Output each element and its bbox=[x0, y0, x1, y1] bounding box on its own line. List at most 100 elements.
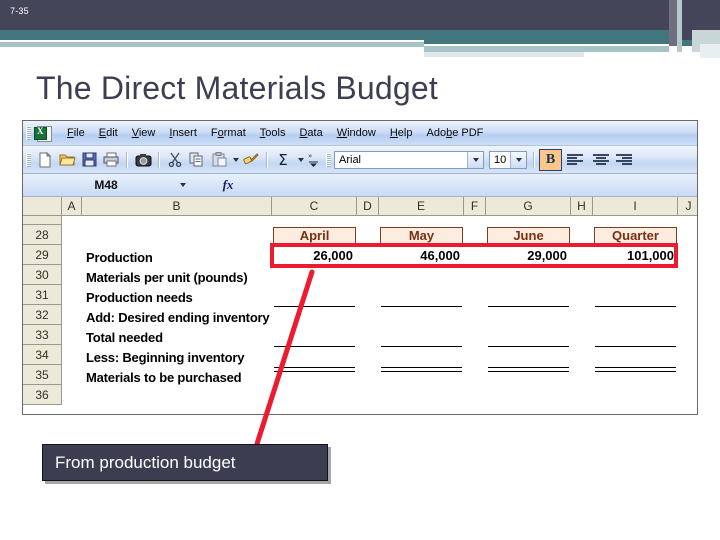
bold-button[interactable]: B bbox=[539, 148, 562, 171]
print-preview-icon[interactable] bbox=[132, 149, 154, 170]
row-header-34[interactable]: 34 bbox=[23, 345, 61, 365]
column-headers: ABCDEFGHIJ bbox=[62, 197, 697, 215]
formula-bar: M48 fx bbox=[23, 174, 697, 197]
subtotal-rule-2-2 bbox=[488, 346, 569, 347]
toolbar-separator bbox=[126, 151, 128, 168]
sheet-cells-area[interactable]: April May June Quarter Production Materials p… bbox=[62, 216, 697, 405]
copy-icon[interactable] bbox=[186, 149, 208, 170]
page-title: The Direct Materials Budget bbox=[36, 70, 439, 106]
callout-box: From production budget bbox=[42, 444, 328, 481]
cut-scissors-icon[interactable] bbox=[164, 149, 186, 170]
align-left-icon[interactable] bbox=[562, 149, 588, 170]
menu-bar: FileEditViewInsertFormatToolsDataWindowH… bbox=[23, 121, 697, 146]
pale-band-right bbox=[424, 52, 584, 57]
toolbar-overflow-icon[interactable]: » bbox=[306, 149, 320, 170]
column-header-E[interactable]: E bbox=[379, 197, 464, 215]
autosum-dropdown-icon[interactable] bbox=[294, 149, 306, 170]
double-rule-3-2 bbox=[488, 367, 569, 372]
menu-item-adobe-pdf[interactable]: Adobe PDF bbox=[419, 125, 490, 141]
excel-window: FileEditViewInsertFormatToolsDataWindowH… bbox=[22, 120, 698, 415]
subtotal-rule-2-0 bbox=[274, 346, 355, 347]
column-header-F[interactable]: F bbox=[464, 197, 486, 215]
row-header-30[interactable]: 30 bbox=[23, 265, 61, 285]
period-header-june: June bbox=[487, 227, 570, 244]
spreadsheet-grid: 28 29 30 31 32 33 34 35 36 April May June Quarter Pr… bbox=[23, 216, 697, 405]
row-header-29[interactable]: 29 bbox=[23, 245, 61, 265]
row-label-6: Materials to be purchased bbox=[86, 370, 242, 385]
row-header-35[interactable]: 35 bbox=[23, 365, 61, 385]
double-rule-3-0 bbox=[274, 367, 355, 372]
row-header-32[interactable]: 32 bbox=[23, 305, 61, 325]
name-box-dropdown-icon[interactable] bbox=[171, 183, 193, 187]
format-painter-icon[interactable] bbox=[240, 149, 262, 170]
column-header-H[interactable]: H bbox=[571, 197, 593, 215]
slide-header-bar bbox=[0, 0, 720, 30]
font-size-dropdown-icon[interactable] bbox=[510, 151, 526, 168]
column-header-G[interactable]: G bbox=[486, 197, 571, 215]
accent-block-f bbox=[700, 44, 720, 58]
font-size-value: 10 bbox=[494, 153, 507, 166]
row-header-36[interactable]: 36 bbox=[23, 385, 61, 405]
toolbar-separator bbox=[533, 151, 535, 168]
accent-block-d bbox=[692, 0, 720, 30]
align-right-icon[interactable] bbox=[614, 149, 634, 170]
font-toolbar-grip-handle[interactable] bbox=[326, 152, 331, 167]
row-label-3: Add: Desired ending inventory bbox=[86, 310, 270, 325]
row-label-5: Less: Beginning inventory bbox=[86, 350, 245, 365]
print-icon[interactable] bbox=[100, 149, 122, 170]
name-box[interactable]: M48 bbox=[41, 176, 171, 194]
autosum-sigma-icon[interactable]: Σ bbox=[272, 149, 294, 170]
accent-stripe-c bbox=[682, 0, 692, 40]
menu-item-insert[interactable]: Insert bbox=[162, 125, 204, 141]
menu-grip-handle[interactable] bbox=[26, 126, 31, 140]
font-size-combo[interactable]: 10 bbox=[489, 150, 527, 169]
column-header-D[interactable]: D bbox=[357, 197, 379, 215]
menu-item-window[interactable]: Window bbox=[330, 125, 383, 141]
row-header-33[interactable]: 33 bbox=[23, 325, 61, 345]
save-icon[interactable] bbox=[78, 149, 100, 170]
insert-function-icon[interactable]: fx bbox=[193, 177, 263, 193]
double-rule-3-1 bbox=[381, 367, 462, 372]
menu-item-tools[interactable]: Tools bbox=[253, 125, 293, 141]
column-header-B[interactable]: B bbox=[82, 197, 272, 215]
menu-item-format[interactable]: Format bbox=[204, 125, 253, 141]
select-all-corner[interactable] bbox=[23, 197, 62, 215]
slide-number: 7-35 bbox=[10, 6, 29, 16]
column-header-J[interactable]: J bbox=[678, 197, 697, 215]
row-label-2: Production needs bbox=[86, 290, 193, 305]
new-document-icon[interactable] bbox=[34, 149, 56, 170]
menu-item-file[interactable]: File bbox=[60, 125, 92, 141]
column-header-C[interactable]: C bbox=[272, 197, 357, 215]
menu-item-data[interactable]: Data bbox=[292, 125, 329, 141]
subtotal-rule-2-1 bbox=[381, 346, 462, 347]
menu-item-edit[interactable]: Edit bbox=[92, 125, 125, 141]
row-header-partial[interactable] bbox=[23, 216, 61, 225]
paste-icon[interactable] bbox=[208, 149, 230, 170]
open-folder-icon[interactable] bbox=[56, 149, 78, 170]
light-band-left bbox=[0, 42, 424, 47]
double-rule-3-3 bbox=[595, 367, 676, 372]
paste-dropdown-icon[interactable] bbox=[230, 149, 240, 170]
subtotal-rule-1-1 bbox=[381, 306, 462, 307]
menu-item-view[interactable]: View bbox=[125, 125, 163, 141]
row-label-0: Production bbox=[86, 250, 153, 265]
align-center-icon[interactable] bbox=[588, 149, 614, 170]
column-header-A[interactable]: A bbox=[62, 197, 82, 215]
toolbar-separator bbox=[266, 151, 268, 168]
subtotal-rule-1-2 bbox=[488, 306, 569, 307]
row-label-4: Total needed bbox=[86, 330, 163, 345]
row-header-28[interactable]: 28 bbox=[23, 225, 61, 245]
period-header-quarter: Quarter bbox=[594, 227, 677, 244]
production-row-highlight bbox=[270, 243, 678, 268]
font-name-dropdown-icon[interactable] bbox=[467, 151, 483, 168]
toolbar-grip-handle[interactable] bbox=[26, 152, 31, 167]
svg-text:»: » bbox=[308, 152, 312, 160]
callout-label: From production budget bbox=[55, 452, 236, 472]
font-name-combo[interactable]: Arial bbox=[334, 150, 484, 169]
standard-toolbar: Σ » Arial 10 B bbox=[23, 146, 697, 174]
excel-app-icon bbox=[34, 125, 52, 142]
menu-item-help[interactable]: Help bbox=[383, 125, 420, 141]
font-name-value: Arial bbox=[339, 153, 362, 166]
column-header-I[interactable]: I bbox=[593, 197, 678, 215]
row-header-31[interactable]: 31 bbox=[23, 285, 61, 305]
